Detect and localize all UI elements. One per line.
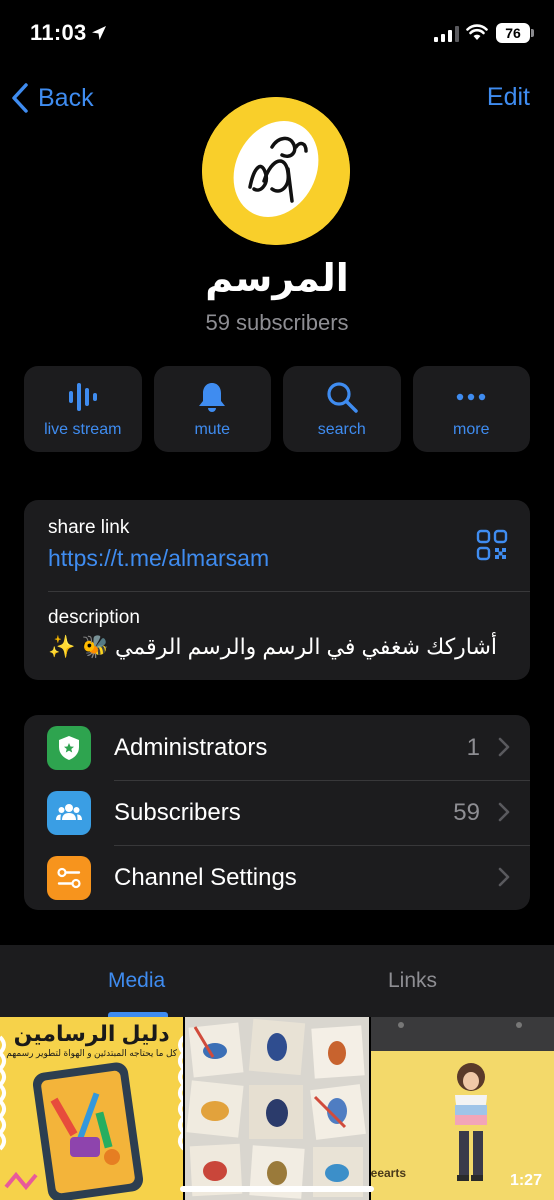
battery-tip (531, 29, 534, 37)
location-arrow-icon (92, 26, 106, 40)
more-button[interactable]: more (412, 366, 530, 452)
people-icon (47, 791, 91, 835)
channel-name: المرسم (205, 258, 349, 300)
home-indicator[interactable] (180, 1186, 374, 1192)
waveform-icon (68, 383, 97, 411)
status-time: 11:03 (30, 20, 87, 45)
sliders-icon (47, 856, 91, 900)
video-caption: eearts (370, 1166, 407, 1180)
channel-management-list: Administrators 1 Subscribers 59 Channel … (24, 715, 530, 910)
edit-button[interactable]: Edit (487, 83, 530, 112)
search-button[interactable]: search (283, 366, 401, 452)
administrators-count: 1 (466, 734, 480, 761)
share-link-url[interactable]: https://t.me/almarsam (48, 545, 269, 572)
chevron-left-icon (12, 83, 28, 113)
search-label: search (317, 421, 366, 438)
administrators-row[interactable]: Administrators 1 (24, 715, 530, 780)
more-label: more (453, 421, 490, 438)
tab-links[interactable]: Links (388, 969, 437, 993)
wifi-icon (466, 24, 488, 40)
bell-icon (199, 383, 226, 412)
action-buttons: live stream mute search more (24, 366, 530, 452)
divider (48, 591, 530, 592)
administrators-label: Administrators (114, 734, 268, 761)
content-tabs: Media Links (0, 945, 554, 1017)
back-label: Back (38, 83, 94, 112)
subscribers-row[interactable]: Subscribers 59 (24, 780, 530, 845)
description-label: description (48, 607, 140, 628)
media-title: دليل الرسامين (13, 1021, 170, 1046)
media-thumbnail[interactable] (185, 1017, 369, 1200)
subscriber-count: 59 subscribers (205, 310, 349, 335)
ellipsis-icon (457, 393, 486, 401)
subscribers-count: 59 (453, 799, 480, 826)
mute-label: mute (194, 421, 231, 438)
video-duration: 1:27 (509, 1172, 542, 1189)
tab-media[interactable]: Media (108, 969, 165, 993)
description-text: أشاركك شغفي في الرسم والرسم الرقمي 🐝 ✨ (48, 634, 498, 659)
video-thumbnail[interactable]: eearts 1:27 (370, 1017, 554, 1200)
channel-logo (202, 97, 350, 245)
qr-code-icon[interactable] (476, 529, 508, 561)
mute-button[interactable]: mute (153, 366, 271, 452)
channel-info-card: share link https://t.me/almarsam descrip… (24, 500, 530, 680)
live-stream-label: live stream (44, 421, 122, 438)
chevron-right-icon (498, 802, 510, 822)
battery-indicator: 76 (496, 23, 530, 43)
cellular-signal-icon (434, 26, 459, 42)
media-thumbnail-art (185, 1017, 369, 1200)
chevron-right-icon (498, 867, 510, 887)
search-icon (327, 382, 358, 413)
media-grid: دليل الرسامين كل ما يحتاجه المبتدئين و ا… (0, 1017, 554, 1200)
share-link-label: share link (48, 517, 130, 538)
chevron-right-icon (498, 737, 510, 757)
live-stream-button[interactable]: live stream (24, 366, 142, 452)
back-button[interactable]: Back (10, 80, 94, 116)
channel-settings-label: Channel Settings (114, 864, 297, 891)
media-subtitle: كل ما يحتاجه المبتدئين و الهواة لتطوير ر… (6, 1048, 178, 1058)
subscribers-label: Subscribers (114, 799, 241, 826)
media-thumbnail[interactable]: دليل الرسامين كل ما يحتاجه المبتدئين و ا… (0, 1017, 184, 1200)
channel-settings-row[interactable]: Channel Settings (24, 845, 530, 910)
status-bar: 11:03 76 (0, 0, 554, 68)
shield-icon (47, 726, 91, 770)
channel-avatar[interactable] (202, 97, 350, 245)
